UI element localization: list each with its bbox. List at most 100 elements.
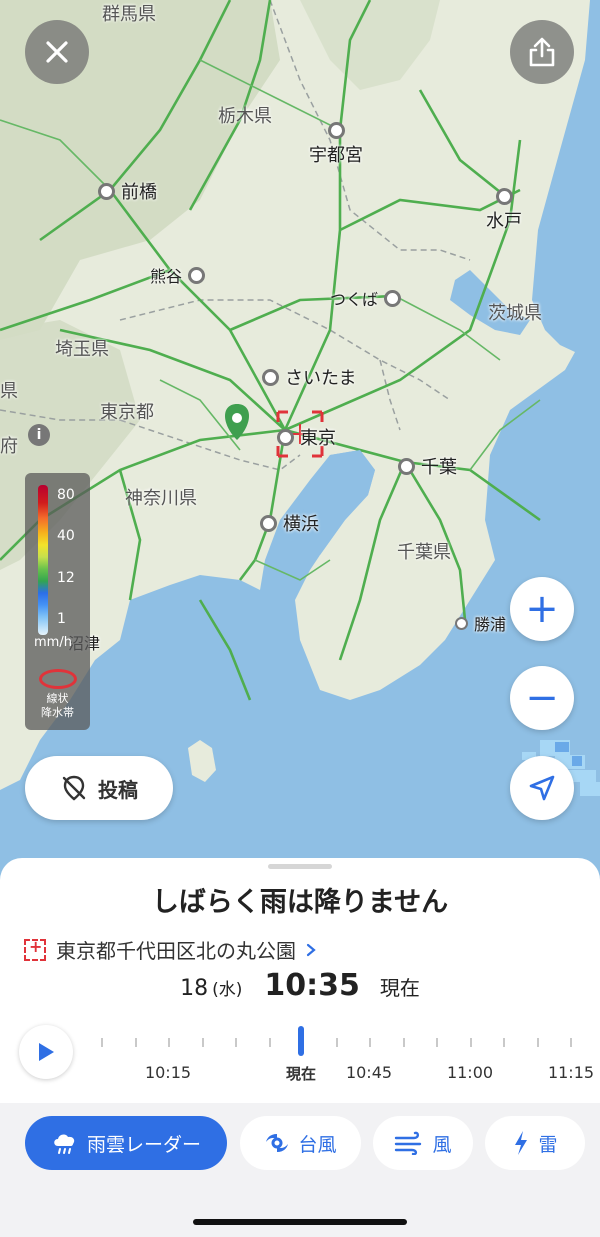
- timeline-label: 10:15: [144, 1063, 192, 1082]
- city-yokohama[interactable]: 横浜: [260, 510, 319, 536]
- legend-tick-80: 80: [57, 487, 75, 503]
- legend-color-bar: [38, 485, 48, 635]
- sheet-drag-handle[interactable]: [268, 864, 332, 869]
- timeline-tick: [436, 1038, 438, 1047]
- city-dot: [188, 266, 206, 284]
- post-disabled-icon: [62, 775, 86, 801]
- city-dot: [98, 182, 115, 200]
- label-yamanashi-fu: 府: [0, 436, 18, 457]
- city-maebashi[interactable]: 前橋: [98, 178, 157, 204]
- label-tokyo-pref: 東京都: [100, 402, 154, 423]
- linear-band-icon: [39, 669, 77, 689]
- label-yamanashi-ken: 県: [0, 381, 18, 402]
- play-icon: [39, 1043, 54, 1061]
- city-saitama[interactable]: さいたま: [262, 364, 356, 390]
- tab-label: 雷: [538, 1133, 558, 1156]
- city-label: 横浜: [283, 514, 319, 535]
- city-dot: [262, 368, 279, 386]
- info-icon[interactable]: i: [28, 424, 50, 446]
- typhoon-icon: [266, 1134, 289, 1152]
- rain-cloud-icon: [54, 1134, 75, 1154]
- tab-typhoon[interactable]: 台風: [240, 1116, 361, 1170]
- city-label: さいたま: [285, 368, 357, 389]
- rain-status-text: しばらく雨は降りません: [151, 887, 449, 918]
- label-ibaraki: 茨城県: [488, 303, 542, 324]
- tab-wind[interactable]: 風: [373, 1116, 473, 1170]
- city-label: つくば: [330, 290, 379, 309]
- city-katsuura[interactable]: 勝浦: [455, 611, 506, 635]
- legend-tick-12: 12: [57, 570, 75, 586]
- timeline-tick: [536, 1038, 539, 1047]
- timeline-label: 11:15: [547, 1063, 595, 1082]
- bottom-sheet: しばらく雨は降りません 東京都千代田区北の丸公園 18 (水) 10:35 現在…: [0, 858, 600, 1237]
- tab-rain-radar[interactable]: 雨雲レーダー: [25, 1116, 227, 1170]
- city-label: 水戸: [486, 211, 522, 232]
- city-chiba[interactable]: 千葉: [398, 453, 457, 479]
- timeline-tick: [201, 1038, 204, 1047]
- legend-unit: mm/h: [34, 635, 72, 650]
- share-icon: [529, 37, 555, 67]
- timeline-tick: [268, 1038, 271, 1047]
- minus-icon: −: [525, 675, 559, 721]
- tab-label: 台風: [298, 1133, 337, 1156]
- tab-lightning[interactable]: 雷: [485, 1116, 585, 1170]
- map-view[interactable]: 群馬県 栃木県 埼玉県 茨城県 東京都 神奈川県 千葉県 府 県 i 前橋 宇都…: [0, 0, 600, 880]
- close-button[interactable]: [25, 20, 89, 84]
- timeline-tick: [570, 1038, 572, 1047]
- label-chiba-pref: 千葉県: [397, 542, 451, 563]
- timeline-tick: [369, 1038, 371, 1047]
- zoom-out-button[interactable]: −: [510, 666, 574, 730]
- city-label: 東京: [300, 428, 336, 449]
- post-label: 投稿: [98, 777, 138, 802]
- location-row[interactable]: 東京都千代田区北の丸公園: [24, 935, 316, 964]
- legend-tick-1: 1: [57, 611, 66, 627]
- current-location-button[interactable]: [510, 756, 574, 820]
- timeline-slider[interactable]: 10:15 現在 10:45 11:00 11:15: [90, 1026, 600, 1086]
- lightning-icon: [515, 1131, 528, 1155]
- chevron-right-icon: [306, 943, 316, 956]
- city-label: 千葉: [421, 457, 457, 478]
- legend-tick-40: 40: [57, 528, 75, 544]
- timeline-tick: [402, 1038, 405, 1047]
- city-dot: [260, 514, 277, 532]
- timeline-tick: [503, 1038, 505, 1047]
- wind-icon: [395, 1131, 422, 1155]
- rain-legend: 80 40 12 1 mm/h 線状 降水帯: [25, 473, 90, 730]
- city-dot: [398, 457, 415, 475]
- timeline-tick: [168, 1038, 170, 1047]
- city-mito[interactable]: 水戸: [486, 188, 522, 233]
- city-dot: [327, 122, 345, 139]
- city-tsukuba[interactable]: つくば: [330, 286, 402, 310]
- timeline-tick: [335, 1038, 338, 1047]
- city-label: 熊谷: [150, 267, 183, 286]
- close-icon: [46, 41, 68, 63]
- tab-label: 雨雲レーダー: [86, 1133, 201, 1156]
- zoom-in-button[interactable]: +: [510, 577, 574, 641]
- timeline-tick: [469, 1038, 472, 1047]
- current-time-row: 18 (水) 10:35 現在: [0, 968, 600, 1003]
- tab-label: 風: [432, 1133, 452, 1156]
- weekday: (水): [212, 980, 243, 1000]
- now-label: 現在: [379, 976, 420, 1000]
- timeline-thumb[interactable]: [298, 1026, 304, 1056]
- timeline-label-now: 現在: [285, 1065, 317, 1083]
- navigation-arrow-icon: [529, 775, 555, 801]
- city-utsunomiya[interactable]: 宇都宮: [309, 122, 363, 167]
- share-button[interactable]: [510, 20, 574, 84]
- city-kumagaya[interactable]: 熊谷: [150, 263, 206, 287]
- label-saitama-pref: 埼玉県: [55, 339, 109, 360]
- city-dot: [455, 616, 468, 630]
- city-dot: [495, 188, 513, 205]
- city-label: 勝浦: [474, 615, 507, 634]
- home-indicator: [193, 1219, 407, 1225]
- timeline-label: 11:00: [446, 1063, 494, 1082]
- timeline-tick: [235, 1038, 237, 1047]
- bottom-tab-bar: 雨雲レーダー 台風 風 雷: [0, 1103, 600, 1237]
- target-icon: [24, 937, 46, 961]
- label-gunma: 群馬県: [102, 4, 156, 25]
- plus-icon: +: [525, 586, 559, 632]
- city-tokyo[interactable]: 東京: [277, 424, 336, 450]
- play-button[interactable]: [19, 1025, 73, 1079]
- location-name: 東京都千代田区北の丸公園: [56, 939, 296, 963]
- post-button[interactable]: 投稿: [25, 756, 173, 820]
